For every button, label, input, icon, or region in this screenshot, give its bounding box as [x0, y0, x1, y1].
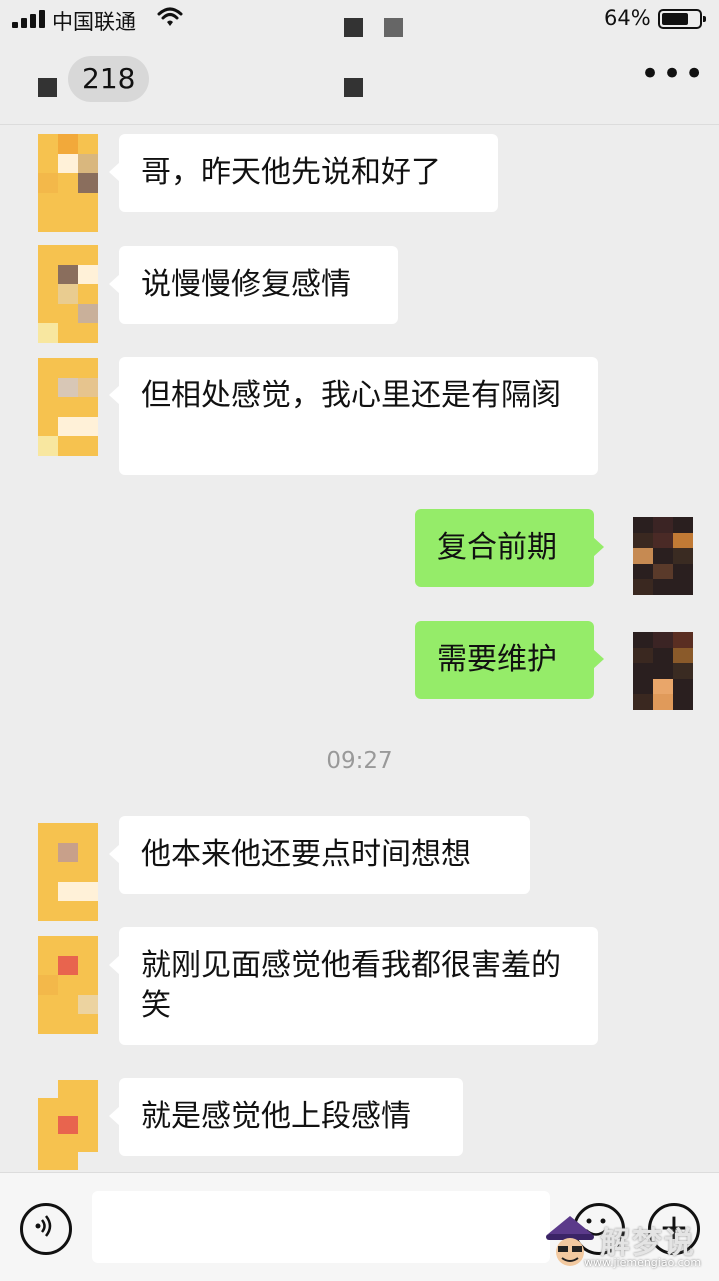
signal-icon: [12, 10, 46, 28]
message-bubble[interactable]: 就刚见面感觉他看我都很害羞的笑: [109, 927, 598, 1045]
timestamp: 09:27: [326, 748, 393, 774]
censor-block: [344, 18, 363, 37]
wifi-icon: [157, 7, 183, 26]
avatar: [38, 245, 98, 343]
avatar: [633, 517, 693, 595]
censor-block: [38, 78, 57, 97]
censor-block: [384, 18, 403, 37]
message-input[interactable]: [92, 1191, 550, 1263]
header-divider: [0, 124, 719, 125]
message-bubble[interactable]: 就是感觉他上段感情: [109, 1078, 463, 1156]
censor-block: [344, 78, 363, 97]
watermark: 解梦说 www.jiemengiao.com: [540, 1212, 716, 1278]
battery-icon: [658, 9, 706, 29]
avatar: [38, 1080, 98, 1170]
message-bubble[interactable]: 他本来他还要点时间想想: [109, 816, 530, 894]
avatar: [38, 823, 98, 921]
watermark-url: www.jiemengiao.com: [584, 1256, 702, 1269]
back-button[interactable]: 218: [68, 56, 150, 102]
message-bubble[interactable]: 但相处感觉，我心里还是有隔阂: [109, 357, 598, 475]
avatar: [633, 632, 693, 710]
battery-percent: 64%: [604, 6, 651, 30]
message-bubble[interactable]: 说慢慢修复感情: [109, 246, 398, 324]
avatar: [38, 134, 98, 232]
more-icon[interactable]: •••: [640, 57, 704, 94]
message-bubble[interactable]: 哥，昨天他先说和好了: [109, 134, 498, 212]
carrier-name: 中国联通: [52, 10, 136, 34]
avatar: [38, 358, 98, 456]
avatar: [38, 936, 98, 1034]
voice-icon[interactable]: [20, 1203, 72, 1255]
message-bubble[interactable]: 复合前期: [415, 509, 604, 587]
message-bubble[interactable]: 需要维护: [415, 621, 604, 699]
status-bar: 中国联通 64%: [0, 0, 719, 40]
